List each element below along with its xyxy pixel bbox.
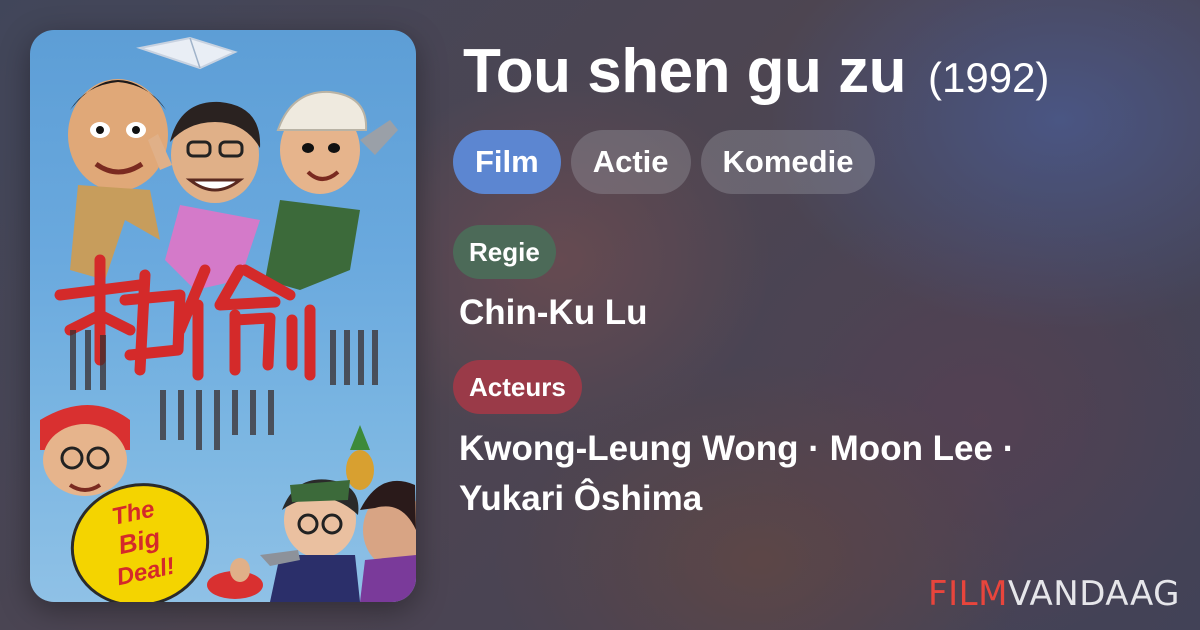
movie-year: (1992) [928,54,1050,101]
cast-separator: · [992,429,1015,468]
cast-link-2[interactable]: Moon Lee [830,429,993,468]
logo-part-film: FILM [928,574,1008,614]
genre-chip-film[interactable]: Film [453,130,561,194]
director-link[interactable]: Chin-Ku Lu [459,293,648,332]
genre-chip-actie[interactable]: Actie [570,130,691,194]
title-row: Tou shen gu zu (1992) [463,36,1183,107]
cast-names: Kwong-Leung Wong · Moon Lee · Yukari Ôsh… [459,424,1099,524]
cast-link-1[interactable]: Kwong-Leung Wong [459,429,799,468]
movie-poster[interactable]: The Big Deal! [30,30,416,602]
cast-link-3[interactable]: Yukari Ôshima [459,479,702,518]
movie-title: Tou shen gu zu [463,37,907,106]
cast-label-badge: Acteurs [453,360,582,414]
director-names: Chin-Ku Lu [459,288,648,338]
filmvandaag-logo[interactable]: FILMVANDAAG [928,574,1180,614]
genre-chip-komedie[interactable]: Komedie [700,130,876,194]
genre-list: Film Actie Komedie [453,130,876,194]
poster-artwork: The Big Deal! [40,36,416,602]
cast-separator: · [798,429,830,468]
director-label-badge: Regie [453,225,556,279]
logo-part-vandaag: VANDAAG [1007,574,1180,614]
